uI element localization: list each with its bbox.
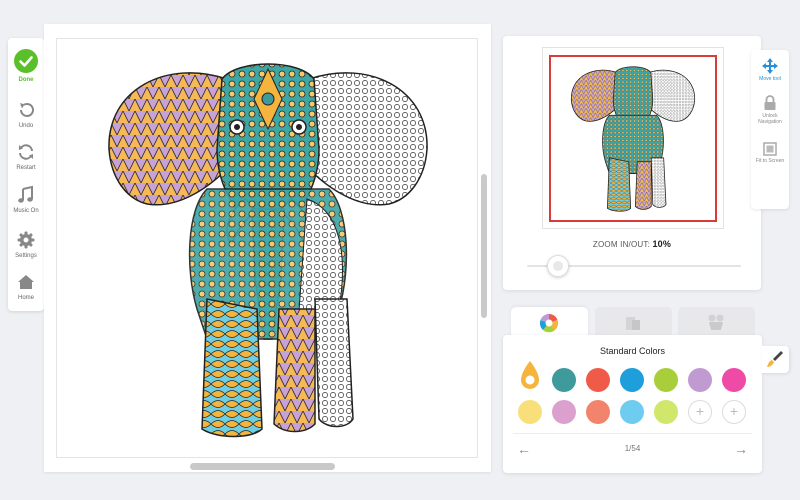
fit-screen-icon [763, 142, 777, 156]
fit-to-screen-button[interactable]: Fit to Screen [751, 142, 789, 164]
color-swatch[interactable] [518, 361, 542, 392]
home-icon [18, 275, 34, 289]
color-swatch[interactable] [654, 368, 678, 392]
zoom-readout: ZOOM IN/OUT: 10% [503, 239, 761, 249]
navigation-tools: Move tool Unlock Navigation Fit to Scree… [751, 50, 789, 209]
lock-icon [764, 95, 776, 110]
elephant-artwork[interactable] [57, 39, 478, 458]
next-page-arrow-icon[interactable]: → [734, 441, 748, 457]
home-button[interactable]: Home [8, 272, 44, 301]
undo-label: Undo [18, 123, 34, 129]
gradient-icon [626, 317, 640, 330]
move-tool-label: Move tool [759, 76, 781, 82]
color-swatch[interactable] [586, 400, 610, 424]
settings-button[interactable]: Settings [8, 230, 44, 259]
coloring-canvas-panel [44, 24, 491, 472]
canvas-horizontal-scrollbar[interactable] [190, 463, 335, 470]
tab-gradients[interactable] [595, 307, 672, 337]
color-palette-panel: Standard Colors + + ← 1/54 → [503, 335, 762, 473]
brush-tool-button[interactable] [762, 346, 789, 373]
color-swatch[interactable] [552, 368, 576, 392]
color-swatch[interactable] [552, 400, 576, 424]
tab-textures[interactable] [678, 307, 755, 337]
canvas-vertical-scrollbar[interactable] [481, 174, 487, 318]
move-arrows-icon [762, 58, 778, 74]
left-toolbar: Done Undo Restart Music On Settings Home [8, 38, 44, 311]
add-color-button[interactable]: + [722, 400, 746, 424]
zoom-value: 10% [652, 239, 672, 249]
done-button[interactable]: Done [8, 48, 44, 83]
navigator-thumbnail[interactable] [542, 47, 724, 229]
navigator-viewport-frame[interactable] [549, 55, 717, 222]
paintbrush-icon [767, 351, 783, 367]
color-swatch[interactable] [654, 400, 678, 424]
zoom-slider-handle[interactable] [547, 255, 569, 277]
color-swatch[interactable] [586, 368, 610, 392]
restart-label: Restart [16, 165, 36, 171]
coloring-canvas[interactable] [56, 38, 478, 458]
color-wheel-icon [539, 314, 559, 333]
restart-button[interactable]: Restart [8, 142, 44, 171]
palette-divider [513, 433, 752, 434]
tab-colors[interactable] [511, 307, 588, 337]
color-swatch[interactable] [620, 368, 644, 392]
music-note-icon [18, 185, 33, 203]
color-swatch[interactable] [518, 400, 542, 424]
home-label: Home [17, 295, 34, 301]
undo-icon [20, 103, 34, 117]
gear-icon [17, 231, 35, 249]
palette-page-indicator: 1/54 [624, 444, 641, 453]
move-tool-button[interactable]: Move tool [751, 58, 789, 82]
palette-title: Standard Colors [599, 346, 666, 356]
checkmark-icon [14, 49, 38, 73]
undo-button[interactable]: Undo [8, 100, 44, 129]
zoom-label: ZOOM IN/OUT: [592, 240, 650, 249]
color-swatch[interactable] [620, 400, 644, 424]
navigator-panel: ZOOM IN/OUT: 10% [503, 36, 761, 290]
unlock-navigation-label: Unlock Navigation [758, 113, 782, 125]
color-swatch[interactable] [722, 368, 746, 392]
elephant-thumbnail [570, 66, 696, 212]
fit-to-screen-label: Fit to Screen [755, 158, 785, 164]
music-button[interactable]: Music On [8, 185, 44, 214]
done-label: Done [18, 77, 34, 83]
settings-label: Settings [15, 253, 37, 259]
add-color-button[interactable]: + [688, 400, 712, 424]
restart-icon [19, 144, 33, 160]
color-swatch[interactable] [688, 368, 712, 392]
selected-drop-icon [521, 361, 539, 389]
unlock-navigation-button[interactable]: Unlock Navigation [751, 95, 789, 125]
music-label: Music On [13, 208, 39, 214]
texture-icon [708, 314, 724, 330]
